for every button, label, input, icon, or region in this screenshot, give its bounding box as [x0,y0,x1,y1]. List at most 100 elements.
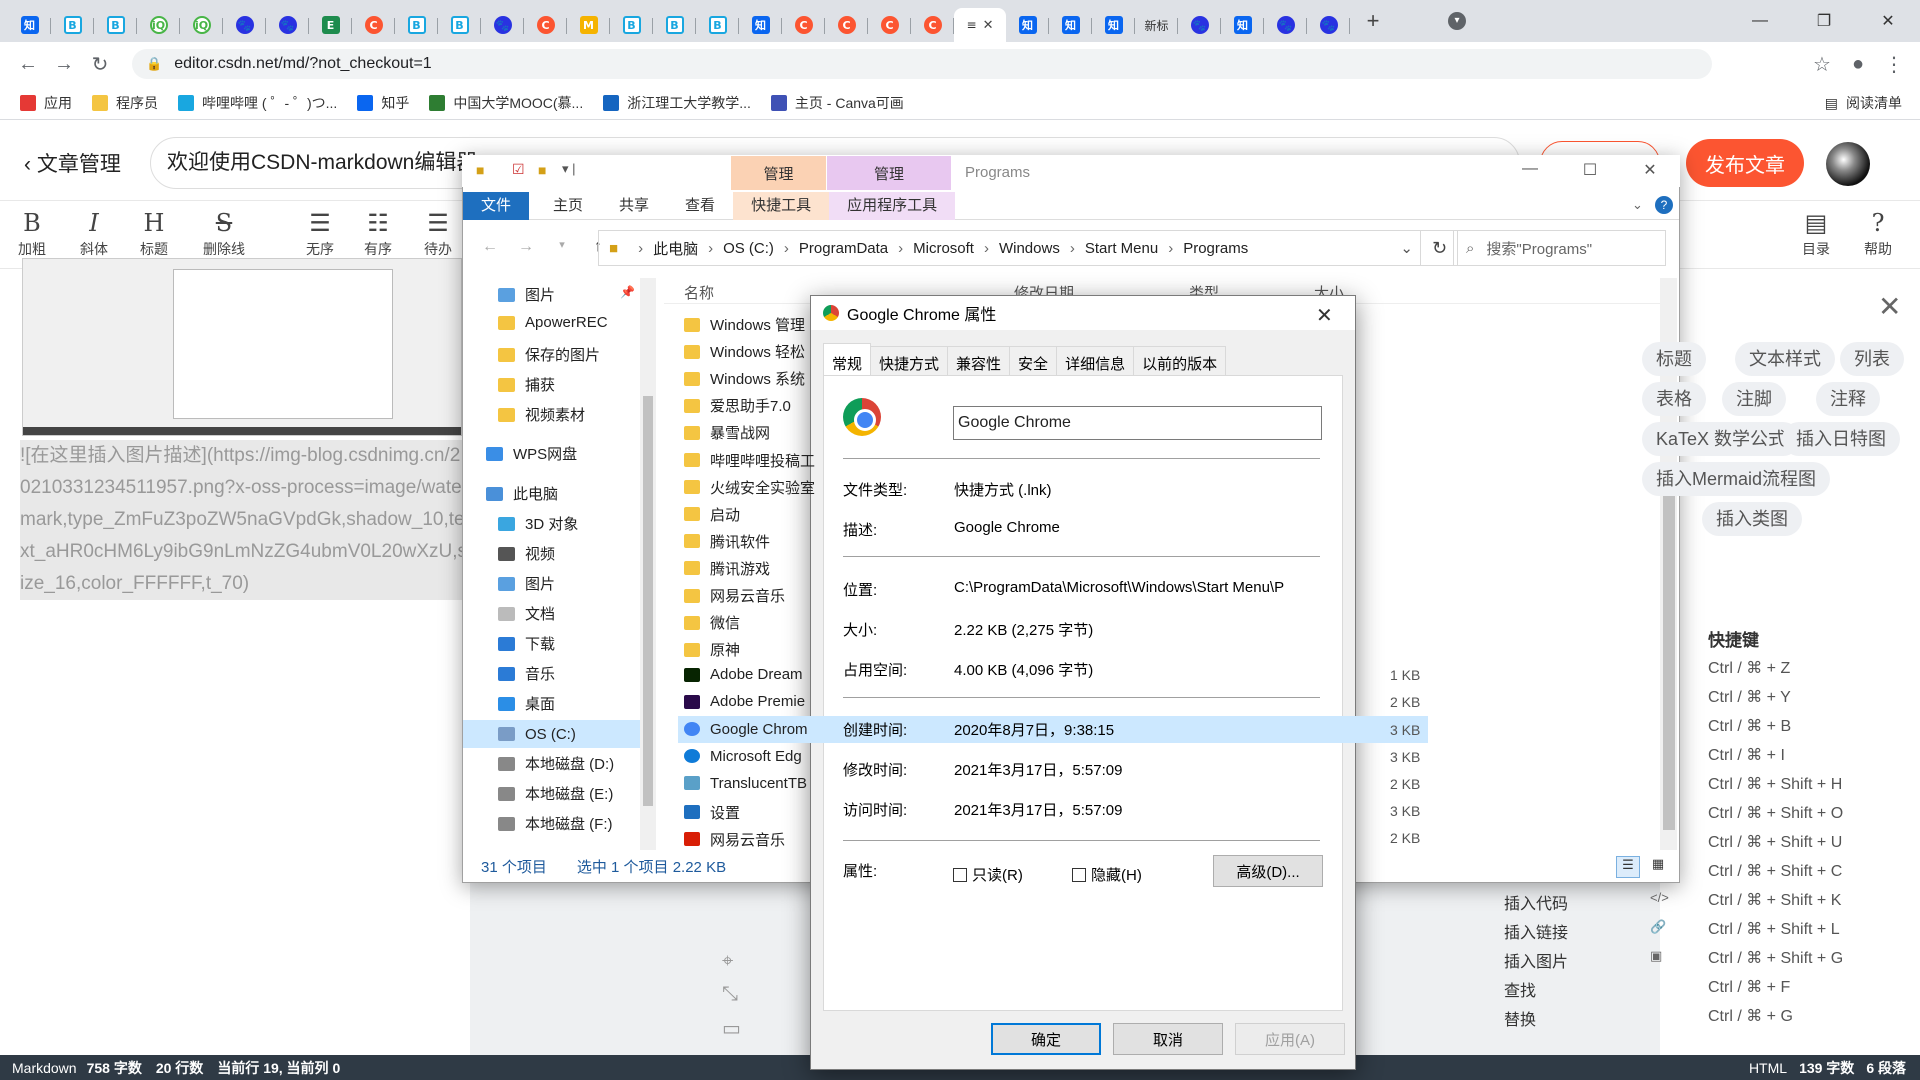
nav-item[interactable]: 图片 [498,284,555,305]
nav-item[interactable]: ApowerREC [498,314,608,331]
pin-icon[interactable]: 📌 [620,285,635,299]
close-help-icon[interactable]: ✕ [1878,290,1901,323]
help-icon[interactable]: ? [1655,196,1673,214]
file-row[interactable]: 哔哩哔哩投稿工 [684,450,815,471]
ribbon-tab[interactable]: 共享 [601,192,667,220]
nav-scrollbar-thumb[interactable] [643,396,653,806]
file-row[interactable]: Windows 管理 [684,314,805,335]
syntax-chip[interactable]: KaTeX 数学公式 [1642,422,1801,456]
file-row[interactable]: 原神 [684,639,740,660]
syntax-chip[interactable]: 文本样式 [1735,342,1835,376]
chevron-right-icon[interactable]: › [638,240,643,257]
toolbar-bold-button[interactable]: B 加粗 [4,207,60,259]
browser-tab[interactable]: iQ [180,8,223,42]
explorer-minimize-button[interactable]: — [1500,160,1560,180]
minimize-button[interactable]: — [1728,12,1792,30]
bookmark-item[interactable]: 浙江理工大学教学... [603,93,751,113]
ribbon-tab[interactable]: 文件 [463,191,530,220]
nav-item[interactable]: 本地磁盘 (F:) [498,813,613,834]
bookmark-item[interactable]: 知乎 [357,93,409,113]
nav-item[interactable]: 视频 [498,543,555,564]
new-folder-icon[interactable]: ■ [538,162,546,178]
browser-tab[interactable]: C [825,8,868,42]
bookmark-item[interactable]: 主页 - Canva可画 [770,93,904,113]
ribbon-tab[interactable]: 应用程序工具 [829,191,956,220]
browser-tab[interactable]: C [911,8,954,42]
chevron-right-icon[interactable]: › [1070,240,1075,257]
syntax-chip[interactable]: 表格 [1642,382,1706,416]
forward-arrow-icon[interactable]: → [46,53,82,76]
help-button[interactable]: ? 帮助 [1850,207,1906,259]
browser-tab[interactable]: C [352,8,395,42]
chevron-right-icon[interactable]: › [784,240,789,257]
browser-tab[interactable]: M [567,8,610,42]
browser-tab[interactable]: 知 [1092,8,1135,42]
chevron-right-icon[interactable]: › [984,240,989,257]
nav-item[interactable]: 图片 [498,573,555,594]
syntax-chip[interactable]: 标题 [1642,342,1706,376]
breadcrumb-item[interactable]: Start Menu [1085,240,1158,257]
syntax-chip[interactable]: 插入Mermaid流程图 [1642,462,1831,496]
chevron-right-icon[interactable]: › [1168,240,1173,257]
checkbox-icon[interactable]: ☑ [512,161,525,178]
browser-tab[interactable]: B [438,8,481,42]
breadcrumb-item[interactable]: 此电脑 [653,238,698,259]
column-header[interactable]: 名称 [684,282,714,303]
nav-item[interactable]: 文档 [498,603,555,624]
file-row[interactable]: 火绒安全实验室 [684,477,815,498]
file-row[interactable]: Microsoft Edg [684,748,802,765]
breadcrumb-item[interactable]: OS (C:) [723,240,774,257]
file-row[interactable]: TranslucentTB [684,775,807,792]
browser-tab[interactable]: 🐾 [1264,8,1307,42]
explorer-close-button[interactable]: ✕ [1620,160,1680,180]
browser-tab[interactable]: 新标 [1135,8,1178,42]
profile-icon[interactable]: ● [1840,53,1876,76]
browser-tab[interactable]: B [696,8,739,42]
browser-tab[interactable]: B [610,8,653,42]
ribbon-expand-icon[interactable]: ⌄ [1632,197,1643,213]
reading-list-button[interactable]: ▤ 阅读清单 [1825,86,1902,120]
browser-tab[interactable]: C [868,8,911,42]
browser-tab[interactable]: 知 [1221,8,1264,42]
explorer-address-bar[interactable]: ■ › 此电脑 › OS (C:) › ProgramData › Microsoft › Wind… [598,230,1458,266]
file-row[interactable]: 设置 [684,802,740,823]
browser-tab-active[interactable]: ≡ ✕ [954,8,1006,42]
browser-tab[interactable]: iQ [137,8,180,42]
file-row[interactable]: Google Chrom [684,721,808,738]
explorer-back-icon[interactable]: ← [472,238,508,256]
browser-tab[interactable]: 🐾 [266,8,309,42]
browser-tab[interactable]: 🐾 [223,8,266,42]
syntax-chip[interactable]: 列表 [1840,342,1904,376]
bookmark-item[interactable]: 中国大学MOOC(慕... [429,93,583,113]
syntax-chip[interactable]: 注释 [1816,382,1880,416]
ribbon-tab[interactable]: 主页 [535,192,601,220]
menu-kebab-icon[interactable]: ⋮ [1876,52,1912,77]
back-arrow-icon[interactable]: ← [10,53,46,76]
image-markdown-text[interactable]: ![在这里插入图片描述](https://img-blog.csdnimg.cn… [20,440,470,600]
browser-tab[interactable]: B [395,8,438,42]
file-row[interactable]: 腾讯游戏 [684,558,770,579]
nav-item[interactable]: OS (C:) [463,720,640,748]
file-row[interactable]: 腾讯软件 [684,531,770,552]
browser-tab[interactable]: C [782,8,825,42]
browser-tab[interactable]: 知 [8,8,51,42]
bookmark-star-icon[interactable]: ☆ [1804,52,1840,77]
chevron-right-icon[interactable]: › [898,240,903,257]
ribbon-tab[interactable]: 快捷工具 [733,191,830,220]
browser-tab[interactable]: 知 [739,8,782,42]
nav-item[interactable]: WPS网盘 [486,443,577,464]
address-dropdown-icon[interactable]: ⌄ [1400,239,1413,257]
shortcut-name-input[interactable]: Google Chrome [953,406,1322,440]
file-row[interactable]: 网易云音乐 [684,829,785,850]
ribbon-context-manage-2[interactable]: 管理 [827,156,951,190]
nav-item[interactable]: 本地磁盘 (E:) [498,783,613,804]
dialog-tab[interactable]: 常规 [823,343,872,379]
hidden-checkbox[interactable]: 隐藏(H) [1072,864,1142,885]
cancel-button[interactable]: 取消 [1113,1023,1223,1055]
file-row[interactable]: 网易云音乐 [684,585,785,606]
browser-tab[interactable]: B [51,8,94,42]
bookmark-item[interactable]: 程序员 [92,93,158,113]
breadcrumb-item[interactable]: Programs [1183,240,1248,257]
file-row[interactable]: 爱思助手7.0 [684,395,791,416]
bookmark-item[interactable]: 应用 [20,93,72,113]
